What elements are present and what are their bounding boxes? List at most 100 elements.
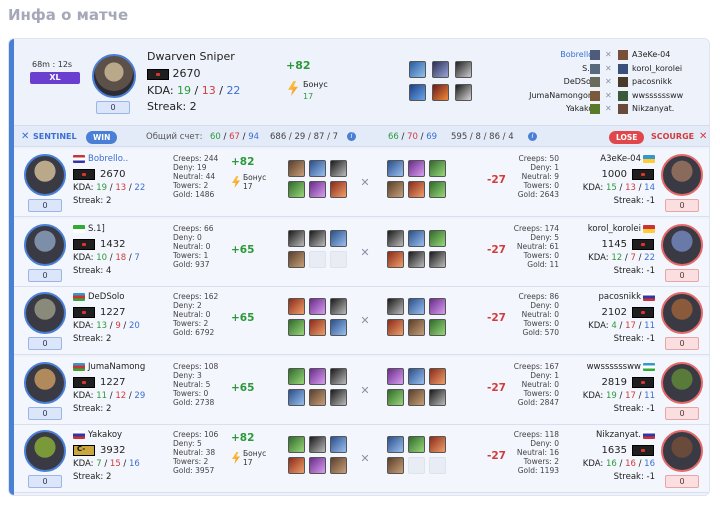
item-icon[interactable]	[288, 230, 305, 247]
item-icon[interactable]	[330, 436, 347, 453]
player-name[interactable]: JumaNamong	[88, 362, 145, 372]
item-icon[interactable]	[429, 436, 446, 453]
item-icon[interactable]	[408, 251, 425, 268]
country-flag-icon	[73, 363, 85, 371]
item-icon[interactable]	[387, 368, 404, 385]
player-name[interactable]: Yakakoy	[88, 430, 122, 440]
hero-avatar[interactable]	[24, 430, 66, 472]
mini-right-player[interactable]: korol_korolei	[632, 62, 682, 76]
item-icon[interactable]	[288, 298, 305, 315]
item-icon[interactable]	[288, 457, 305, 474]
item-icon[interactable]	[455, 61, 472, 78]
item-icon[interactable]	[330, 389, 347, 406]
item-icon[interactable]	[408, 319, 425, 336]
item-icon[interactable]	[288, 160, 305, 177]
gold-stat: Gold: 2738	[173, 398, 215, 407]
item-icon[interactable]	[429, 160, 446, 177]
item-icon[interactable]	[309, 319, 326, 336]
item-icon[interactable]	[330, 160, 347, 177]
item-icon[interactable]	[429, 251, 446, 268]
hero-avatar[interactable]	[24, 224, 66, 266]
item-icon[interactable]	[288, 181, 305, 198]
item-icon[interactable]	[288, 389, 305, 406]
item-icon[interactable]	[387, 298, 404, 315]
mini-right-player[interactable]: A3eKe-04	[632, 48, 670, 62]
item-icon[interactable]	[288, 436, 305, 453]
item-icon[interactable]	[387, 436, 404, 453]
item-icon[interactable]	[309, 298, 326, 315]
item-icon[interactable]	[408, 368, 425, 385]
item-icon[interactable]	[387, 230, 404, 247]
info-icon[interactable]: i	[347, 132, 356, 141]
towers-stat: Towers: 0	[523, 389, 559, 398]
item-icon[interactable]	[288, 368, 305, 385]
item-icon[interactable]	[432, 61, 449, 78]
hero-mmr-line: 2670	[147, 67, 201, 80]
item-icon[interactable]	[429, 389, 446, 406]
item-icon[interactable]	[309, 160, 326, 177]
item-icon[interactable]	[429, 319, 446, 336]
item-icon[interactable]	[330, 319, 347, 336]
hero-avatar[interactable]	[661, 362, 703, 404]
item-icon[interactable]	[408, 160, 425, 177]
item-icon[interactable]	[432, 84, 449, 101]
item-icon[interactable]	[309, 368, 326, 385]
item-icon[interactable]	[309, 230, 326, 247]
item-icon[interactable]	[330, 457, 347, 474]
item-icon[interactable]	[387, 251, 404, 268]
hero-avatar[interactable]	[92, 54, 136, 98]
item-icon[interactable]	[330, 368, 347, 385]
item-icon[interactable]	[429, 181, 446, 198]
player-name[interactable]: DeDSolo	[88, 292, 124, 302]
hero-avatar[interactable]	[661, 154, 703, 196]
item-icon[interactable]	[429, 230, 446, 247]
mini-right-player[interactable]: Nikzanyat.	[632, 102, 674, 116]
item-icon[interactable]	[288, 319, 305, 336]
hero-avatar[interactable]	[24, 362, 66, 404]
item-icon[interactable]	[309, 181, 326, 198]
mini-right-player[interactable]: pacosnikk	[632, 75, 672, 89]
player-name[interactable]: pacosnikk	[599, 292, 642, 302]
item-icon[interactable]	[429, 298, 446, 315]
item-icon[interactable]	[408, 230, 425, 247]
neutral-stat: Neutral: 0	[173, 310, 211, 319]
item-icon[interactable]	[455, 84, 472, 101]
item-icon[interactable]	[408, 436, 425, 453]
player-name[interactable]: A3eKe-04	[600, 154, 641, 164]
player-name[interactable]: Bobrello..	[88, 154, 128, 164]
item-icon[interactable]	[408, 181, 425, 198]
mini-right-player[interactable]: wwssssssww	[632, 89, 683, 103]
deaths: 16	[625, 459, 636, 469]
hero-avatar[interactable]	[661, 430, 703, 472]
item-icon[interactable]	[387, 457, 404, 474]
item-icon[interactable]	[387, 181, 404, 198]
item-icon[interactable]	[409, 61, 426, 78]
item-icon[interactable]	[288, 251, 305, 268]
hero-avatar[interactable]	[24, 154, 66, 196]
item-icon[interactable]	[309, 436, 326, 453]
item-icon[interactable]	[408, 298, 425, 315]
hero-name[interactable]: Dwarven Sniper	[147, 50, 235, 63]
player-name[interactable]: S.1]	[88, 224, 105, 234]
item-icon[interactable]	[387, 160, 404, 177]
item-icon[interactable]	[387, 389, 404, 406]
hero-avatar[interactable]	[661, 292, 703, 334]
item-icon[interactable]	[409, 84, 426, 101]
player-name[interactable]: korol_korolei	[588, 224, 641, 234]
item-icon[interactable]	[330, 230, 347, 247]
item-icon[interactable]	[309, 389, 326, 406]
player-name[interactable]: wwssssssww	[587, 362, 641, 372]
player-mmr: 2819	[601, 377, 627, 388]
player-name[interactable]: Nikzanyat.	[596, 430, 641, 440]
item-icon[interactable]	[309, 457, 326, 474]
item-icon[interactable]	[408, 389, 425, 406]
item-icon[interactable]	[330, 181, 347, 198]
hero-avatar[interactable]	[661, 224, 703, 266]
hero-avatar[interactable]	[24, 292, 66, 334]
info-icon[interactable]: i	[528, 132, 537, 141]
item-icon[interactable]	[429, 368, 446, 385]
match-card: 68m : 12s XL 0 Dwarven Sniper 2670 KDA: …	[8, 38, 710, 496]
mini-left-player[interactable]: JumaNamongon..	[529, 89, 598, 103]
item-icon[interactable]	[387, 319, 404, 336]
item-icon[interactable]	[330, 298, 347, 315]
